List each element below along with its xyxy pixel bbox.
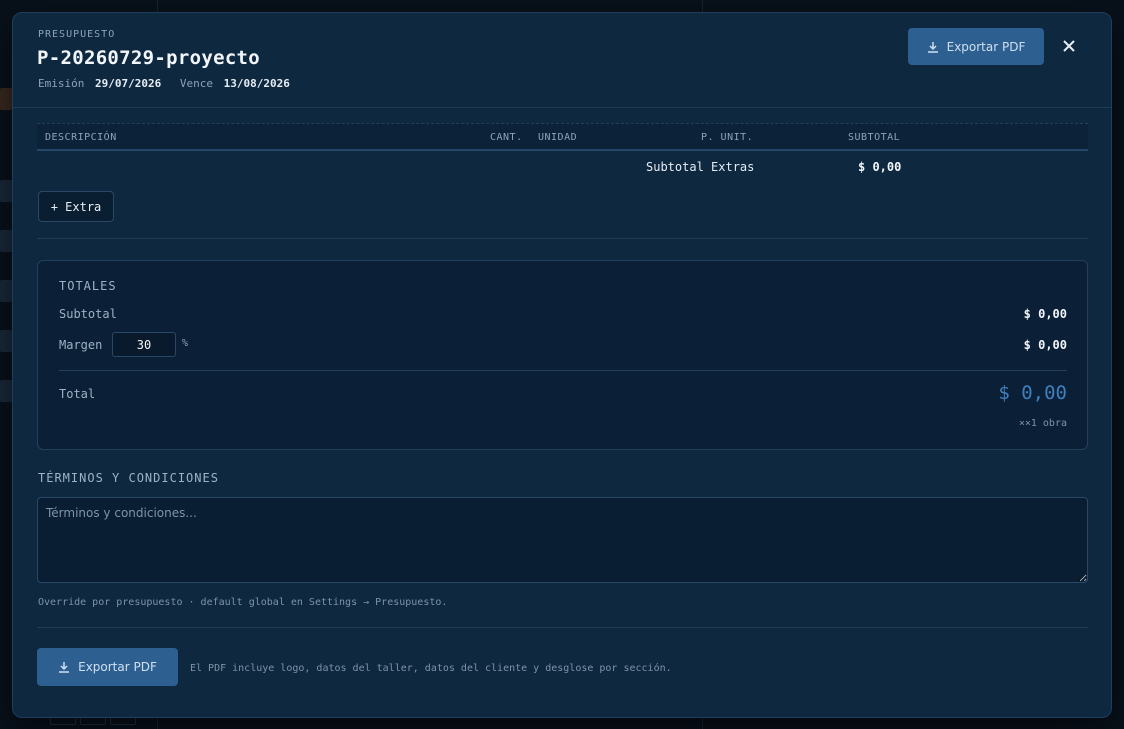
emission-date: 29/07/2026 — [94, 77, 162, 90]
extras-table-header: DESCRIPCIÓN CANT. UNIDAD P. UNIT. SUBTOT… — [37, 123, 1088, 151]
total-value: $ 0,00 — [998, 382, 1067, 404]
totals-title: TOTALES — [59, 279, 117, 293]
subtotal-label: Subtotal — [59, 307, 117, 321]
total-label: Total — [59, 387, 96, 401]
document-dates: Emisión 29/07/2026 Vence 13/08/2026 — [38, 77, 302, 90]
column-unit: UNIDAD — [538, 132, 578, 143]
export-pdf-button[interactable]: Exportar PDF — [908, 28, 1044, 65]
export-pdf-footer-button[interactable]: Exportar PDF — [37, 648, 178, 686]
emission-label: Emisión — [38, 77, 85, 90]
page-title: P-20260729-proyecto — [37, 47, 261, 69]
download-icon — [927, 41, 938, 53]
terms-title: TÉRMINOS Y CONDICIONES — [38, 471, 219, 485]
margin-label: Margen — [59, 338, 103, 352]
due-date: 13/08/2026 — [223, 77, 290, 90]
totals-panel: TOTALES Subtotal $ 0,00 Margen % $ 0,00 … — [37, 260, 1088, 450]
footer-divider — [37, 627, 1088, 628]
subtotal-extras-label: Subtotal Extras — [646, 160, 755, 174]
export-pdf-label: Exportar PDF — [946, 39, 1026, 54]
total-note: ××1 obra — [1018, 418, 1067, 429]
pdf-note: El PDF incluye logo, datos del taller, d… — [190, 663, 672, 674]
modal-header: PRESUPUESTO P-20260729-proyecto Emisión … — [13, 13, 1111, 108]
due-label: Vence — [179, 77, 213, 90]
terms-note: Override por presupuesto · default globa… — [38, 597, 448, 608]
column-unit-price: P. UNIT. — [701, 132, 754, 143]
margin-unit: % — [182, 338, 189, 349]
close-icon — [1063, 40, 1075, 52]
export-pdf-footer-label: Exportar PDF — [78, 660, 157, 674]
document-type-label: PRESUPUESTO — [38, 29, 116, 40]
column-quantity: CANT. — [490, 132, 523, 143]
close-button[interactable] — [1058, 35, 1080, 57]
download-icon — [59, 662, 70, 673]
margin-input[interactable] — [112, 332, 176, 357]
margin-amount: $ 0,00 — [1023, 338, 1067, 352]
subtotal-value: $ 0,00 — [1023, 307, 1067, 321]
totals-divider — [59, 370, 1067, 371]
column-subtotal: SUBTOTAL — [848, 132, 901, 143]
column-description: DESCRIPCIÓN — [45, 132, 117, 143]
subtotal-extras-value: $ 0,00 — [858, 160, 902, 174]
section-divider — [37, 238, 1088, 239]
terms-textarea[interactable] — [37, 497, 1088, 583]
add-extra-button[interactable]: + Extra — [38, 191, 114, 222]
budget-modal: PRESUPUESTO P-20260729-proyecto Emisión … — [12, 12, 1112, 718]
